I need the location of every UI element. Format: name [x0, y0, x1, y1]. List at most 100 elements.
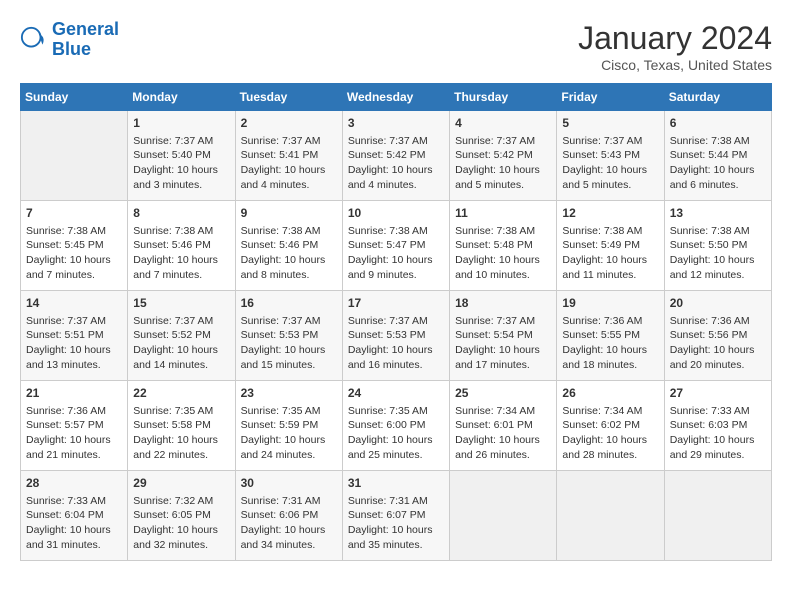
- day-info: Sunrise: 7:31 AM Sunset: 6:06 PM Dayligh…: [241, 494, 337, 553]
- calendar-cell: 18 Sunrise: 7:37 AM Sunset: 5:54 PM Dayli…: [450, 291, 557, 381]
- day-number: 6: [670, 115, 766, 132]
- calendar-cell: 27 Sunrise: 7:33 AM Sunset: 6:03 PM Dayli…: [664, 381, 771, 471]
- calendar-cell: 2Sunrise: 7:37 AM Sunset: 5:41 PM Daylig…: [235, 111, 342, 201]
- weekday-header-tuesday: Tuesday: [235, 84, 342, 111]
- calendar-cell: 26 Sunrise: 7:34 AM Sunset: 6:02 PM Dayli…: [557, 381, 664, 471]
- weekday-header-row: SundayMondayTuesdayWednesdayThursdayFrid…: [21, 84, 772, 111]
- day-info: Sunrise: 7:38 AM Sunset: 5:49 PM Dayligh…: [562, 224, 658, 283]
- day-info: Sunrise: 7:34 AM Sunset: 6:01 PM Dayligh…: [455, 404, 551, 463]
- day-info: Sunrise: 7:38 AM Sunset: 5:44 PM Dayligh…: [670, 134, 766, 193]
- weekday-header-friday: Friday: [557, 84, 664, 111]
- calendar-cell: 30 Sunrise: 7:31 AM Sunset: 6:06 PM Dayli…: [235, 471, 342, 561]
- calendar-cell: 22 Sunrise: 7:35 AM Sunset: 5:58 PM Dayli…: [128, 381, 235, 471]
- calendar-table: SundayMondayTuesdayWednesdayThursdayFrid…: [20, 83, 772, 561]
- day-info: Sunrise: 7:31 AM Sunset: 6:07 PM Dayligh…: [348, 494, 444, 553]
- day-info: Sunrise: 7:37 AM Sunset: 5:54 PM Dayligh…: [455, 314, 551, 373]
- calendar-cell: 24 Sunrise: 7:35 AM Sunset: 6:00 PM Dayli…: [342, 381, 449, 471]
- calendar-cell: 15 Sunrise: 7:37 AM Sunset: 5:52 PM Dayli…: [128, 291, 235, 381]
- day-number: 3: [348, 115, 444, 132]
- weekday-header-thursday: Thursday: [450, 84, 557, 111]
- day-number: 29: [133, 475, 229, 492]
- day-info: Sunrise: 7:37 AM Sunset: 5:52 PM Dayligh…: [133, 314, 229, 373]
- calendar-cell: 16Sunrise: 7:37 AM Sunset: 5:53 PM Dayli…: [235, 291, 342, 381]
- calendar-cell: 10Sunrise: 7:38 AM Sunset: 5:47 PM Dayli…: [342, 201, 449, 291]
- day-number: 22: [133, 385, 229, 402]
- calendar-cell: 25 Sunrise: 7:34 AM Sunset: 6:01 PM Dayli…: [450, 381, 557, 471]
- calendar-cell: [664, 471, 771, 561]
- day-number: 1: [133, 115, 229, 132]
- calendar-cell: 6 Sunrise: 7:38 AM Sunset: 5:44 PM Daylig…: [664, 111, 771, 201]
- calendar-cell: [557, 471, 664, 561]
- day-info: Sunrise: 7:38 AM Sunset: 5:47 PM Dayligh…: [348, 224, 444, 283]
- day-info: Sunrise: 7:36 AM Sunset: 5:55 PM Dayligh…: [562, 314, 658, 373]
- calendar-cell: 28Sunrise: 7:33 AM Sunset: 6:04 PM Dayli…: [21, 471, 128, 561]
- calendar-week-row: 14 Sunrise: 7:37 AM Sunset: 5:51 PM Dayli…: [21, 291, 772, 381]
- day-number: 8: [133, 205, 229, 222]
- day-info: Sunrise: 7:35 AM Sunset: 6:00 PM Dayligh…: [348, 404, 444, 463]
- day-number: 15: [133, 295, 229, 312]
- calendar-week-row: 1Sunrise: 7:37 AM Sunset: 5:40 PM Daylig…: [21, 111, 772, 201]
- day-info: Sunrise: 7:37 AM Sunset: 5:42 PM Dayligh…: [348, 134, 444, 193]
- day-info: Sunrise: 7:33 AM Sunset: 6:03 PM Dayligh…: [670, 404, 766, 463]
- day-number: 23: [241, 385, 337, 402]
- day-number: 28: [26, 475, 122, 492]
- calendar-cell: 7 Sunrise: 7:38 AM Sunset: 5:45 PM Daylig…: [21, 201, 128, 291]
- day-number: 20: [670, 295, 766, 312]
- page-header: GeneralBlue January 2024 Cisco, Texas, U…: [20, 20, 772, 73]
- logo-icon: [20, 26, 48, 54]
- calendar-cell: 5 Sunrise: 7:37 AM Sunset: 5:43 PM Daylig…: [557, 111, 664, 201]
- day-info: Sunrise: 7:34 AM Sunset: 6:02 PM Dayligh…: [562, 404, 658, 463]
- day-number: 12: [562, 205, 658, 222]
- day-number: 26: [562, 385, 658, 402]
- calendar-cell: 3 Sunrise: 7:37 AM Sunset: 5:42 PM Daylig…: [342, 111, 449, 201]
- day-info: Sunrise: 7:35 AM Sunset: 5:59 PM Dayligh…: [241, 404, 337, 463]
- day-number: 2: [241, 115, 337, 132]
- calendar-cell: 20 Sunrise: 7:36 AM Sunset: 5:56 PM Dayli…: [664, 291, 771, 381]
- day-number: 25: [455, 385, 551, 402]
- day-info: Sunrise: 7:37 AM Sunset: 5:43 PM Dayligh…: [562, 134, 658, 193]
- location: Cisco, Texas, United States: [578, 57, 772, 73]
- day-number: 21: [26, 385, 122, 402]
- day-info: Sunrise: 7:37 AM Sunset: 5:53 PM Dayligh…: [241, 314, 337, 373]
- calendar-cell: 9 Sunrise: 7:38 AM Sunset: 5:46 PM Daylig…: [235, 201, 342, 291]
- day-info: Sunrise: 7:35 AM Sunset: 5:58 PM Dayligh…: [133, 404, 229, 463]
- calendar-cell: 1Sunrise: 7:37 AM Sunset: 5:40 PM Daylig…: [128, 111, 235, 201]
- day-info: Sunrise: 7:36 AM Sunset: 5:56 PM Dayligh…: [670, 314, 766, 373]
- calendar-cell: 31Sunrise: 7:31 AM Sunset: 6:07 PM Dayli…: [342, 471, 449, 561]
- calendar-cell: [450, 471, 557, 561]
- day-number: 4: [455, 115, 551, 132]
- day-number: 14: [26, 295, 122, 312]
- calendar-week-row: 21 Sunrise: 7:36 AM Sunset: 5:57 PM Dayli…: [21, 381, 772, 471]
- day-info: Sunrise: 7:38 AM Sunset: 5:46 PM Dayligh…: [241, 224, 337, 283]
- day-info: Sunrise: 7:38 AM Sunset: 5:45 PM Dayligh…: [26, 224, 122, 283]
- weekday-header-wednesday: Wednesday: [342, 84, 449, 111]
- month-title: January 2024: [578, 20, 772, 57]
- calendar-cell: 17Sunrise: 7:37 AM Sunset: 5:53 PM Dayli…: [342, 291, 449, 381]
- logo-text: GeneralBlue: [52, 20, 119, 60]
- calendar-cell: 29 Sunrise: 7:32 AM Sunset: 6:05 PM Dayli…: [128, 471, 235, 561]
- calendar-week-row: 7 Sunrise: 7:38 AM Sunset: 5:45 PM Daylig…: [21, 201, 772, 291]
- calendar-cell: 23 Sunrise: 7:35 AM Sunset: 5:59 PM Dayli…: [235, 381, 342, 471]
- day-info: Sunrise: 7:36 AM Sunset: 5:57 PM Dayligh…: [26, 404, 122, 463]
- day-number: 17: [348, 295, 444, 312]
- day-number: 5: [562, 115, 658, 132]
- day-number: 27: [670, 385, 766, 402]
- calendar-cell: 8 Sunrise: 7:38 AM Sunset: 5:46 PM Daylig…: [128, 201, 235, 291]
- day-number: 30: [241, 475, 337, 492]
- day-number: 13: [670, 205, 766, 222]
- day-number: 24: [348, 385, 444, 402]
- day-number: 11: [455, 205, 551, 222]
- calendar-cell: 13Sunrise: 7:38 AM Sunset: 5:50 PM Dayli…: [664, 201, 771, 291]
- day-info: Sunrise: 7:37 AM Sunset: 5:51 PM Dayligh…: [26, 314, 122, 373]
- day-number: 7: [26, 205, 122, 222]
- weekday-header-monday: Monday: [128, 84, 235, 111]
- day-info: Sunrise: 7:38 AM Sunset: 5:46 PM Dayligh…: [133, 224, 229, 283]
- day-number: 18: [455, 295, 551, 312]
- logo: GeneralBlue: [20, 20, 119, 60]
- calendar-cell: 12 Sunrise: 7:38 AM Sunset: 5:49 PM Dayli…: [557, 201, 664, 291]
- day-number: 9: [241, 205, 337, 222]
- day-info: Sunrise: 7:32 AM Sunset: 6:05 PM Dayligh…: [133, 494, 229, 553]
- calendar-cell: 14 Sunrise: 7:37 AM Sunset: 5:51 PM Dayli…: [21, 291, 128, 381]
- day-info: Sunrise: 7:38 AM Sunset: 5:48 PM Dayligh…: [455, 224, 551, 283]
- day-info: Sunrise: 7:37 AM Sunset: 5:42 PM Dayligh…: [455, 134, 551, 193]
